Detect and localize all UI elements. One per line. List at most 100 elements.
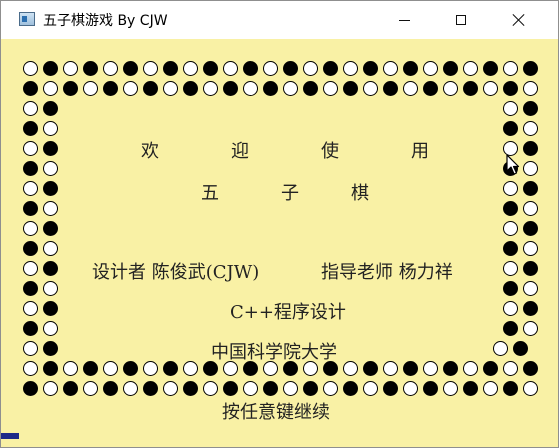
black-stone [442, 360, 458, 376]
white-stone [282, 380, 298, 396]
title-bar[interactable]: 五子棋游戏 By CJW [1, 1, 558, 39]
black-stone [462, 80, 478, 96]
white-stone [302, 60, 318, 76]
welcome-char-3: 使 [321, 141, 339, 162]
black-stone [502, 120, 518, 136]
white-stone [342, 60, 358, 76]
black-stone [302, 380, 318, 396]
white-stone [442, 80, 458, 96]
white-stone [182, 360, 198, 376]
black-stone [102, 80, 118, 96]
black-stone [122, 60, 138, 76]
white-stone [502, 60, 518, 76]
black-stone [462, 380, 478, 396]
white-stone [142, 60, 158, 76]
white-stone [42, 80, 58, 96]
white-stone [42, 280, 58, 296]
white-stone [22, 180, 38, 196]
white-stone [142, 360, 158, 376]
white-stone [102, 60, 118, 76]
black-stone [22, 280, 38, 296]
black-stone [22, 160, 38, 176]
welcome-char-1: 欢 [141, 141, 159, 162]
white-stone [362, 80, 378, 96]
white-stone [22, 140, 38, 156]
white-stone [42, 120, 58, 136]
white-stone [22, 100, 38, 116]
black-stone [502, 280, 518, 296]
white-stone [462, 360, 478, 376]
black-stone [512, 340, 528, 356]
minimize-icon [398, 19, 410, 21]
black-stone [142, 380, 158, 396]
black-stone [502, 200, 518, 216]
white-stone [42, 240, 58, 256]
white-stone [42, 320, 58, 336]
black-stone [482, 60, 498, 76]
mouse-cursor-icon [506, 154, 520, 175]
black-stone [342, 380, 358, 396]
black-stone [502, 80, 518, 96]
close-button[interactable] [496, 1, 542, 39]
white-stone [422, 360, 438, 376]
white-stone [522, 240, 538, 256]
white-stone [42, 160, 58, 176]
white-stone [342, 360, 358, 376]
white-stone [522, 320, 538, 336]
black-stone [522, 360, 538, 376]
black-stone [382, 380, 398, 396]
black-stone [302, 80, 318, 96]
white-stone [122, 380, 138, 396]
black-stone [422, 380, 438, 396]
white-stone [522, 200, 538, 216]
black-stone [182, 80, 198, 96]
black-stone [42, 260, 58, 276]
corner-mark [1, 433, 19, 439]
white-stone [382, 360, 398, 376]
white-stone [502, 100, 518, 116]
black-stone [42, 100, 58, 116]
white-stone [242, 80, 258, 96]
black-stone [382, 80, 398, 96]
white-stone [22, 260, 38, 276]
black-stone [522, 220, 538, 236]
white-stone [502, 220, 518, 236]
white-stone [82, 380, 98, 396]
black-stone [22, 200, 38, 216]
game-canvas[interactable]: 欢 迎 使 用 五 子 棋 设计者 陈俊武(CJW) 指导老师 杨力祥 C++程… [1, 39, 558, 447]
game-name-char-2: 子 [281, 183, 299, 204]
black-stone [42, 360, 58, 376]
white-stone [522, 160, 538, 176]
black-stone [62, 80, 78, 96]
white-stone [22, 340, 38, 356]
black-stone [362, 360, 378, 376]
black-stone [222, 380, 238, 396]
white-stone [492, 340, 508, 356]
white-stone [462, 60, 478, 76]
white-stone [62, 360, 78, 376]
stone-border [1, 39, 558, 447]
black-stone [522, 100, 538, 116]
white-stone [42, 200, 58, 216]
white-stone [42, 380, 58, 396]
black-stone [502, 380, 518, 396]
black-stone [522, 300, 538, 316]
black-stone [42, 140, 58, 156]
black-stone [422, 80, 438, 96]
white-stone [502, 180, 518, 196]
black-stone [142, 80, 158, 96]
black-stone [362, 60, 378, 76]
minimize-button[interactable] [381, 1, 427, 39]
black-stone [402, 60, 418, 76]
white-stone [202, 80, 218, 96]
black-stone [502, 240, 518, 256]
close-icon [512, 13, 526, 27]
white-stone [22, 60, 38, 76]
black-stone [182, 380, 198, 396]
black-stone [522, 260, 538, 276]
white-stone [242, 380, 258, 396]
white-stone [522, 280, 538, 296]
maximize-button[interactable] [438, 1, 484, 39]
black-stone [482, 360, 498, 376]
black-stone [102, 380, 118, 396]
